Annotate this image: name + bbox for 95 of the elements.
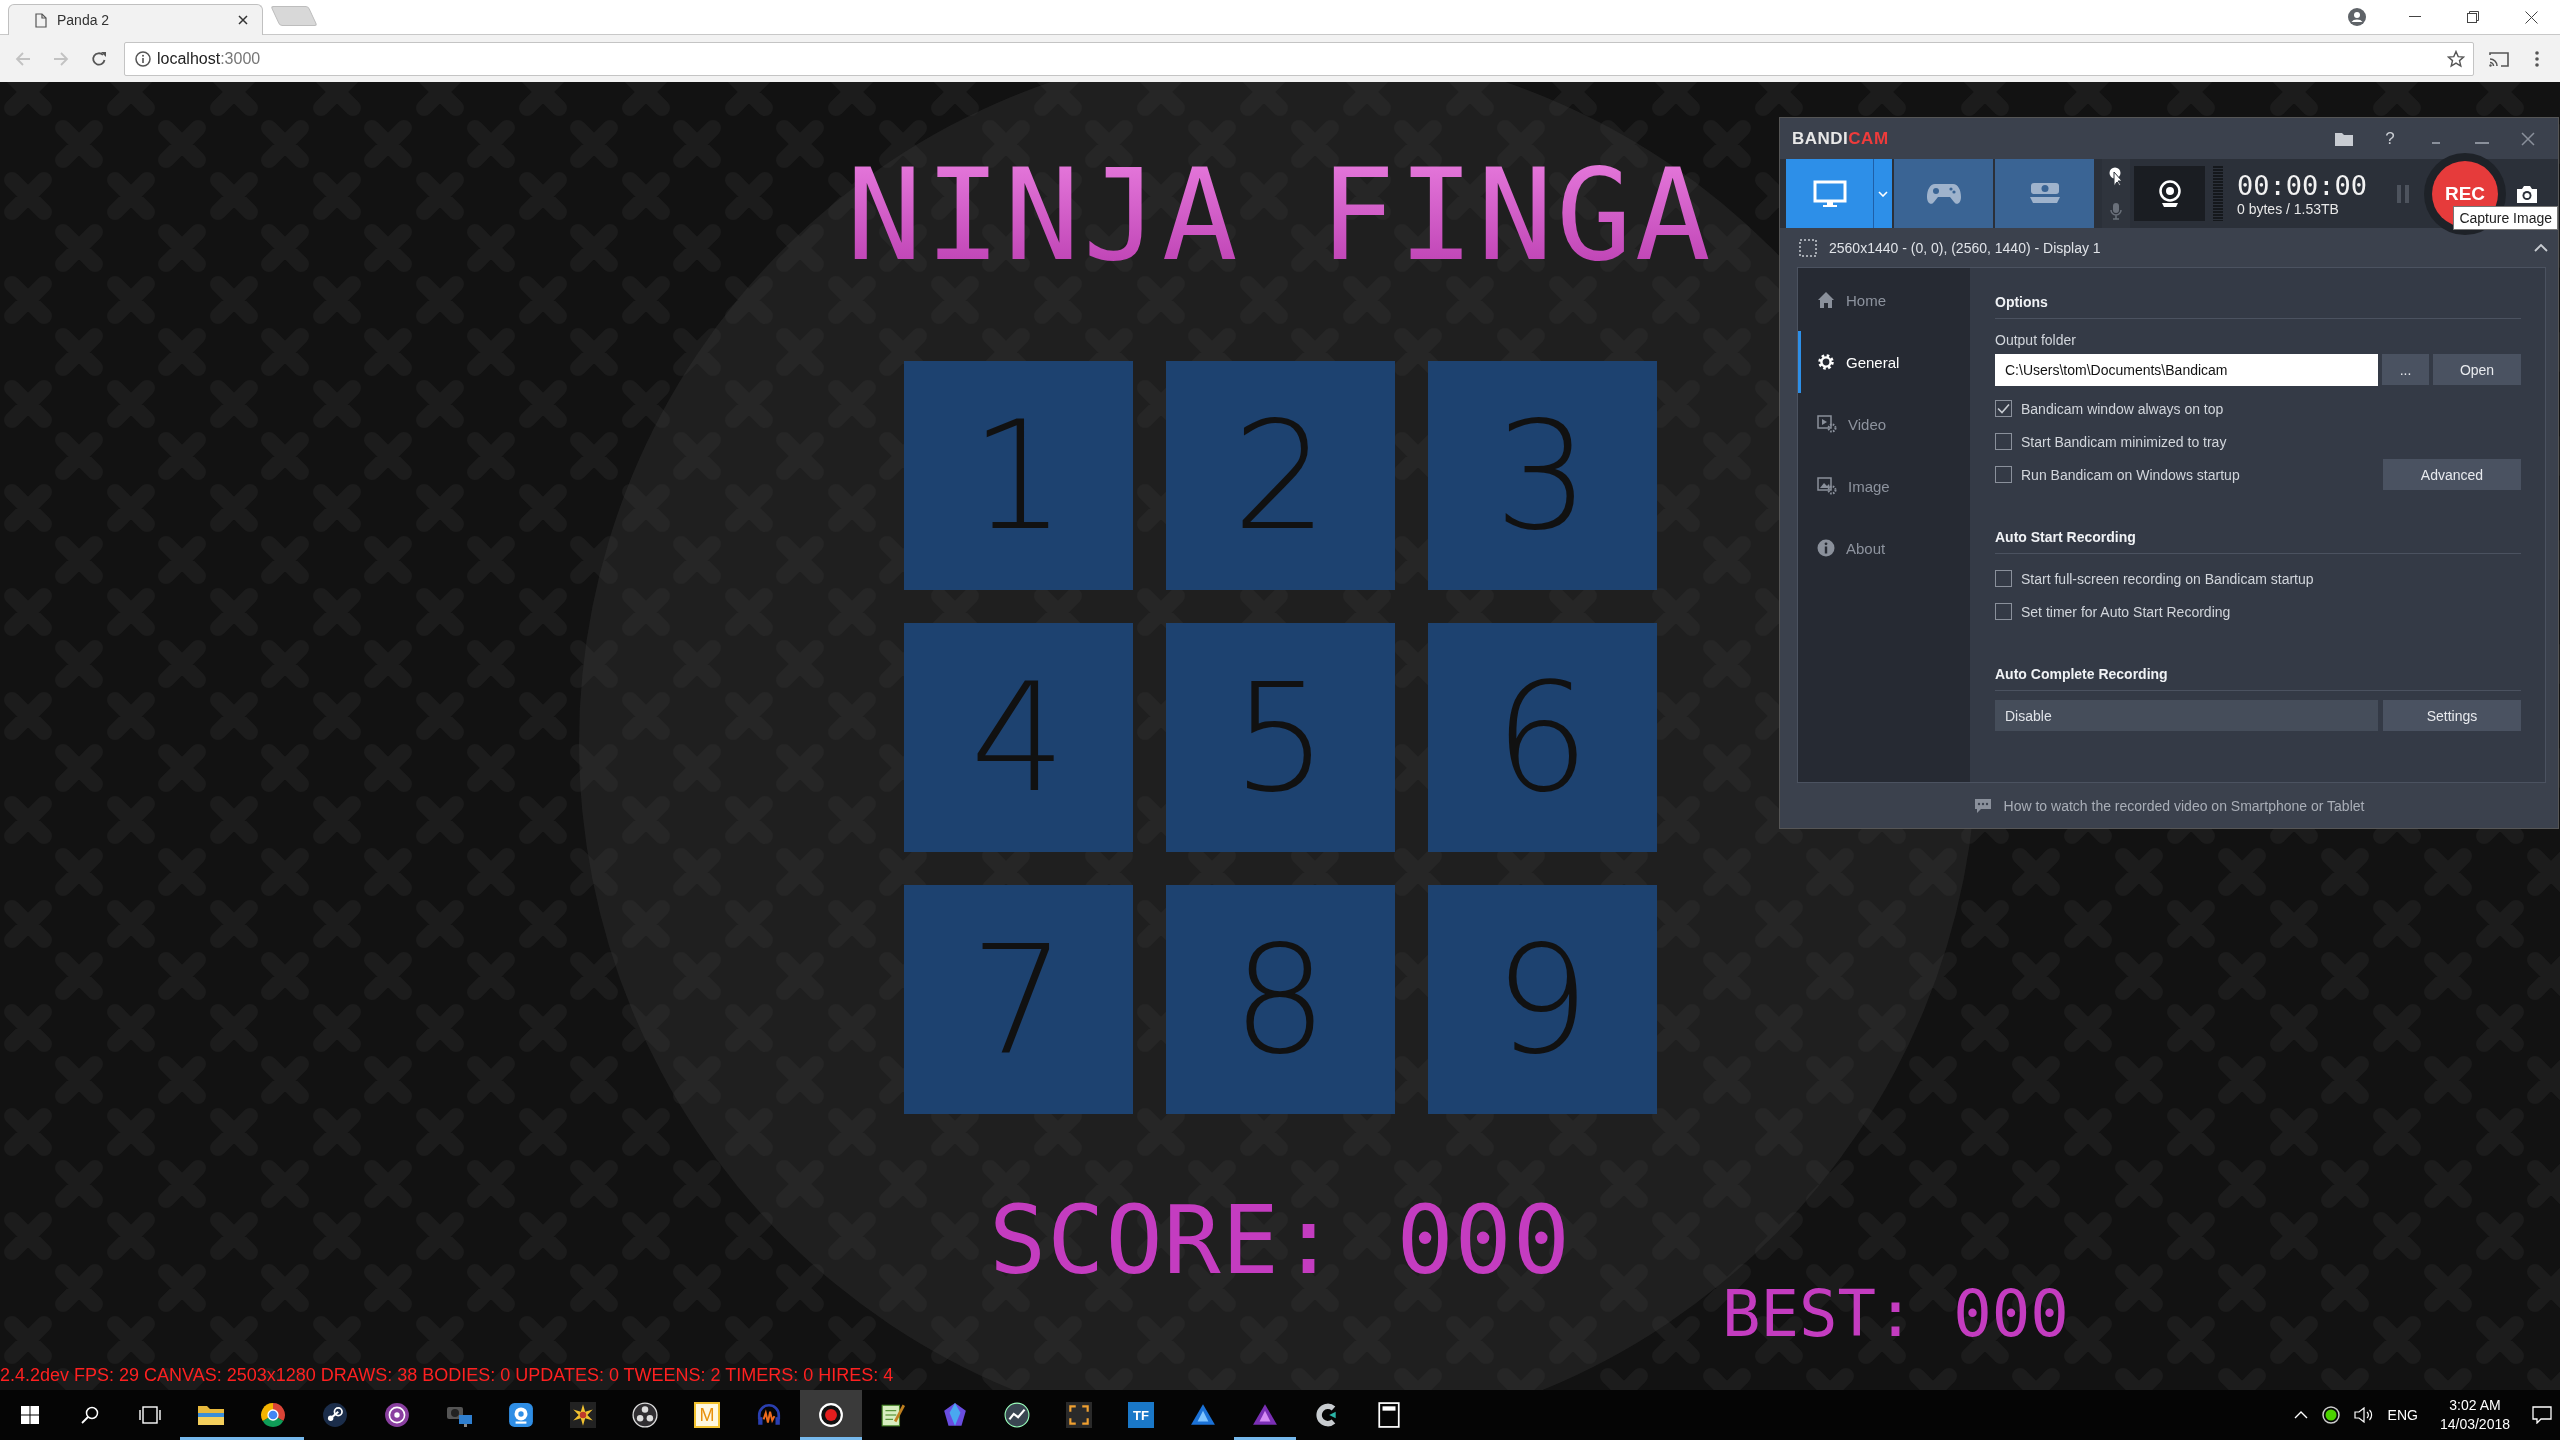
checkbox[interactable] (1995, 400, 2012, 417)
headphones-icon (756, 1402, 782, 1428)
checkbox-label: Bandicam window always on top (2021, 400, 2224, 417)
restore-icon[interactable] (2467, 11, 2479, 23)
minimize-icon[interactable] (2409, 16, 2421, 18)
checkbox[interactable] (1995, 603, 2012, 620)
monitor-icon (1812, 179, 1847, 208)
triangle-icon (1252, 1402, 1278, 1428)
tooltip: Capture Image (2453, 206, 2558, 230)
audio-meter (2213, 166, 2223, 221)
dropdown-field[interactable]: Disable (1995, 700, 2378, 731)
image-settings-icon (1817, 477, 1837, 495)
timer-text: 00:00:00 (2237, 170, 2369, 201)
taskbar-app-button[interactable]: M (676, 1390, 738, 1440)
sidebar-item[interactable]: Video (1798, 393, 1970, 455)
open-button[interactable]: Open (2433, 354, 2521, 385)
profile-icon[interactable] (2348, 8, 2366, 26)
taskbar-app-button[interactable]: TF (1110, 1390, 1172, 1440)
home-icon (1817, 291, 1835, 309)
ring-badge-icon (384, 1402, 410, 1428)
mode-tab[interactable] (1995, 159, 2094, 228)
crystal-icon (942, 1402, 968, 1428)
line-chart-icon (1004, 1402, 1030, 1428)
help-link[interactable]: How to watch the recorded video on Smartphone or Tablet (2003, 797, 2365, 814)
help-button[interactable]: ? (2370, 123, 2410, 154)
browse-button[interactable]: ... (2382, 354, 2429, 385)
chevron-up-icon[interactable] (2293, 1411, 2308, 1419)
section-heading: Options (1995, 286, 2521, 319)
webcam-icon[interactable] (2158, 179, 2181, 208)
sidebar-item[interactable]: Image (1798, 455, 1970, 517)
section-heading: Auto Start Recording (1995, 521, 2521, 554)
info-icon (135, 50, 151, 67)
sidebar-item[interactable]: General (1798, 331, 1970, 393)
notification-icon[interactable] (2532, 1406, 2552, 1424)
status-dot-icon[interactable] (2321, 1406, 2340, 1424)
sidebar-item[interactable]: About (1798, 517, 1970, 579)
reload-icon[interactable] (91, 50, 107, 67)
folder-icon[interactable] (2335, 131, 2353, 146)
score-text: SCORE: 000 (989, 1188, 1571, 1292)
disc-icon (322, 1402, 348, 1428)
menu-icon[interactable] (2535, 50, 2539, 67)
task-view-icon[interactable] (139, 1406, 161, 1424)
browser-tab[interactable]: Panda 2 (8, 4, 263, 35)
folder-path-field[interactable]: C:\Users\tom\Documents\Bandicam (1995, 353, 2378, 386)
checkbox-label: Start full-screen recording on Bandicam startup (2021, 570, 2314, 587)
speaker-icon[interactable] (2353, 1407, 2374, 1423)
calculator-icon (1378, 1402, 1400, 1428)
record-icon (818, 1402, 844, 1428)
cast-icon[interactable] (2489, 50, 2509, 67)
search-icon[interactable] (81, 1406, 99, 1424)
caret-icon[interactable] (1878, 190, 1888, 197)
star-icon[interactable] (2447, 49, 2465, 68)
clock[interactable]: 3:02 AM 14/03/2018 (2431, 1396, 2518, 1434)
checkbox-label: Set timer for Auto Start Recording (2021, 603, 2231, 620)
gear-icon (1817, 353, 1835, 371)
checkbox-label: Run Bandicam on Windows startup (2021, 466, 2240, 483)
folder-icon (197, 1403, 225, 1427)
selection-icon[interactable] (1799, 238, 1817, 257)
checkbox[interactable] (1995, 570, 2012, 587)
close-icon[interactable] (2524, 10, 2538, 24)
checkbox[interactable] (1995, 433, 2012, 450)
settings-button[interactable]: Settings (2383, 700, 2521, 731)
chat-icon (1973, 797, 1992, 814)
checkbox-label: Start Bandicam minimized to tray (2021, 433, 2227, 450)
corners-icon (1066, 1402, 1092, 1428)
checkbox[interactable] (1995, 466, 2012, 483)
mode-tab[interactable] (1786, 159, 1873, 228)
page-icon (35, 12, 47, 28)
webcam-icon (508, 1402, 534, 1428)
address-bar[interactable]: localhost:3000 (124, 41, 2474, 76)
sidebar-item[interactable]: Home (1798, 269, 1970, 331)
best-score-text: BEST: 000 (1722, 1276, 2069, 1353)
close-icon[interactable] (238, 15, 248, 25)
info-icon (1817, 539, 1835, 557)
app-logo: BANDICAM (1792, 128, 1889, 149)
language-indicator[interactable]: ENG (2387, 1407, 2418, 1423)
advanced-button[interactable]: Advanced (2383, 459, 2521, 490)
video-settings-icon (1817, 415, 1837, 433)
microphone-icon[interactable] (2110, 202, 2122, 221)
camera-icon[interactable] (2515, 183, 2539, 204)
cursor-icon[interactable] (2108, 166, 2124, 187)
file-size-text: 0 bytes / 1.53TB (2237, 200, 2340, 217)
aperture-icon (632, 1402, 658, 1428)
triangle-icon (1190, 1402, 1216, 1428)
url-text: localhost:3000 (157, 49, 262, 68)
notepad-icon (880, 1402, 906, 1428)
section-heading: Auto Complete Recording (1995, 658, 2521, 691)
segmented-circle-icon (260, 1402, 286, 1428)
sunburst-icon (570, 1402, 596, 1428)
field-label: Output folder (1995, 332, 2076, 348)
collapse-icon[interactable] (2534, 243, 2548, 252)
capture-area-text: 2560x1440 - (0, 0), (2560, 1440) - Display 1 (1829, 239, 2102, 256)
windows-icon[interactable] (21, 1406, 39, 1424)
mode-tab[interactable] (1894, 159, 1993, 228)
debug-text: 2.4.2dev FPS: 29 CANVAS: 2503x1280 DRAWS: 38 BODIES: 0 UPDATES: 0 TWEENS: 2 TIMERS: 0 HIRES: 4 (0, 1365, 894, 1386)
